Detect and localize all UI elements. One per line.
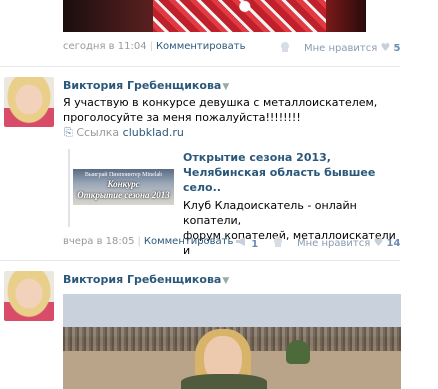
attachment-description: Клуб Кладоискатель - онлайн копатели, фо… [183,198,403,258]
avatar[interactable] [4,77,54,127]
share-count: 1 [251,239,259,250]
attachment-title-line: село.. [183,181,221,194]
like-label: Мне нравится [304,43,378,54]
attachment-title-line: Открытие сезона 2013, [183,151,331,164]
link-prefix: Ссылка [76,126,120,139]
attachment-thumbnail[interactable]: Выиграй Пинпоинтер Minelab Конкурс Откры… [73,169,174,205]
post-photo[interactable] [63,294,401,389]
link-domain[interactable]: clubklad.ru [123,126,184,139]
post-meta: сегодня в 11:04 | Комментировать [63,41,246,52]
link-row: ⎘ Ссылка clubklad.ru [64,126,184,140]
heart-icon: ♥ [373,236,384,249]
views-icon [279,41,293,53]
attachment-desc-line: Клуб Кладоискатель - онлайн копатели, [183,199,357,227]
megaphone-icon [235,237,251,250]
views-icon [272,236,286,248]
comment-link[interactable]: Комментировать [156,41,246,52]
thumb-text: Открытие сезона 2013 [77,190,170,200]
post-time[interactable]: сегодня в 11:04 [63,41,147,52]
like-count: 5 [393,43,401,54]
post-photo[interactable] [63,0,366,32]
post-text: Я участвую в конкурсе девушка с металлои… [63,95,403,125]
chevron-down-icon[interactable]: ▼ [222,276,229,286]
like-label: Мне нравится [297,238,371,249]
post-text-line: Я участвую в конкурсе девушка с металлои… [63,96,378,109]
post-author[interactable]: Виктория Гребенщикова▼ [63,273,229,286]
paperclip-icon: ⎘ [64,126,73,139]
heart-icon: ♥ [380,41,391,54]
thumb-text: Конкурс [107,179,140,189]
attachment-title[interactable]: Открытие сезона 2013, Челябинская област… [183,150,403,195]
post-author[interactable]: Виктория Гребенщикова▼ [63,79,229,92]
post-divider [0,260,400,261]
chevron-down-icon[interactable]: ▼ [222,82,229,92]
post-time[interactable]: вчера в 18:05 [63,236,135,247]
avatar[interactable] [4,271,54,321]
post-meta: вчера в 18:05 | Комментировать [63,236,234,247]
attachment-bar [68,149,70,227]
like-button[interactable]: Мне нравится ♥ 14 [297,236,400,249]
like-button[interactable]: Мне нравится ♥ 5 [304,41,400,54]
attachment-title-line: Челябинская область бывшее [183,166,376,179]
post-text-line: проголосуйте за меня пожалуйста!!!!!!!! [63,111,301,124]
like-count: 14 [386,238,401,249]
comment-link[interactable]: Комментировать [144,236,234,247]
author-name: Виктория Гребенщикова [63,79,222,92]
post-divider [0,66,400,67]
author-name: Виктория Гребенщикова [63,273,222,286]
thumb-text: Выиграй Пинпоинтер Minelab [84,172,163,178]
share-button[interactable]: 1 [235,236,258,250]
